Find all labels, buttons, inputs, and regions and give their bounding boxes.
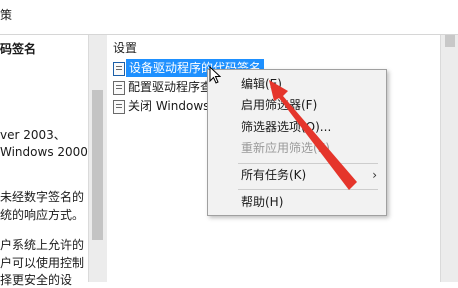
description-line: 户系统上允许的 [0, 238, 85, 252]
title-bar: 策 [0, 0, 458, 35]
description-line: ver 2003、 [0, 128, 66, 142]
policy-setting-icon [113, 81, 125, 95]
row-label: 关闭 Windows [128, 99, 210, 113]
menu-item-label: 帮助(H) [241, 195, 284, 209]
column-header-settings[interactable]: 设置 [113, 39, 137, 56]
menu-item-label: 筛选器选项(O)... [241, 120, 332, 134]
menu-item-label: 重新应用筛选(E) [241, 141, 330, 155]
policy-name: 码签名 [0, 42, 37, 56]
menu-item-label: 编辑(E) [241, 77, 282, 91]
policy-setting-icon [113, 100, 125, 114]
description-scrollbar[interactable] [88, 35, 107, 282]
menu-item-help[interactable]: 帮助(H) [209, 191, 385, 213]
menu-item-label: 所有任务(K) [241, 168, 307, 182]
list-scrollbar[interactable] [440, 35, 458, 282]
window-title: 策 [0, 8, 13, 22]
mouse-pointer-icon [209, 66, 221, 84]
description-line: 统的响应方式。 [0, 208, 85, 222]
menu-item-edit[interactable]: 编辑(E) [209, 73, 385, 95]
menu-separator [238, 189, 378, 190]
menu-item-reapply-filter: 重新应用筛选(E) [209, 137, 385, 159]
submenu-arrow-icon: › [372, 168, 377, 182]
policy-setting-icon [113, 62, 125, 76]
scrollbar-thumb[interactable] [92, 90, 103, 240]
description-line: Windows 2000 [0, 145, 88, 159]
menu-item-enable-filter[interactable]: 启用筛选器(F) [209, 94, 385, 116]
menu-item-all-tasks[interactable]: 所有任务(K) › [209, 164, 385, 186]
context-menu: 编辑(E) 启用筛选器(F) 筛选器选项(O)... 重新应用筛选(E) 所有任… [207, 69, 387, 216]
menu-item-label: 启用筛选器(F) [241, 98, 318, 112]
scrollbar-thumb[interactable] [445, 35, 455, 47]
description-line: 户可以使用控制 [0, 256, 85, 270]
row-label: 配置驱动程序查 [128, 80, 213, 94]
description-pane: 码签名 ver 2003、 Windows 2000 未经数字签名的 统的响应方… [0, 35, 88, 287]
menu-item-filter-options[interactable]: 筛选器选项(O)... [209, 116, 385, 138]
description-line: 未经数字签名的 [0, 190, 85, 204]
description-line: 择更安全的设 [0, 273, 73, 287]
